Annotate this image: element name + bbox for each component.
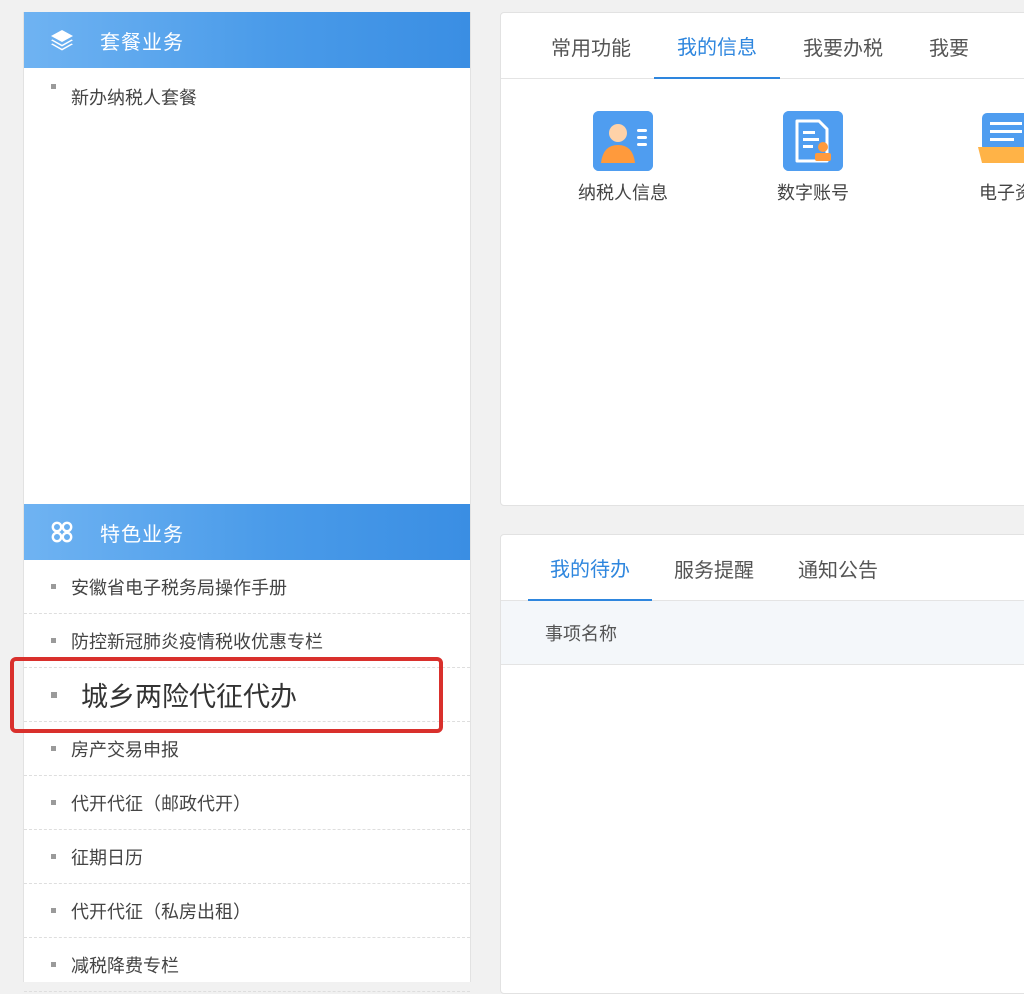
electronic-archive-label: 电子资 (979, 183, 1024, 204)
list-item-tax-cut-column[interactable]: 减税降费专栏 (24, 938, 470, 992)
electronic-archive-shortcut[interactable]: 电子资 (936, 111, 1024, 205)
list-item-label: 防控新冠肺炎疫情税收优惠专栏 (71, 631, 323, 653)
clover-icon (48, 518, 76, 546)
bullet-icon (51, 800, 56, 805)
bullet-icon (51, 908, 56, 913)
taxpayer-id-card-icon (593, 111, 653, 171)
list-item-label: 新办纳税人套餐 (71, 88, 197, 109)
info-tabs: 常用功能 我的信息 我要办税 我要 (501, 13, 1024, 79)
package-section-header: 套餐业务 (24, 12, 470, 68)
todo-table-header: 事项名称 (501, 601, 1024, 665)
info-panel: 常用功能 我的信息 我要办税 我要 纳税人信息 数字账号 电子 (500, 12, 1024, 506)
left-sidebar: 套餐业务 新办纳税人套餐 特色业务 安徽省电子税务局操作手册 防控新冠肺炎疫情税… (23, 12, 471, 992)
todo-panel: 我的待办 服务提醒 通知公告 事项名称 (500, 534, 1024, 994)
bullet-icon (51, 638, 56, 643)
list-item-operation-manual[interactable]: 安徽省电子税务局操作手册 (24, 560, 470, 614)
feature-list: 安徽省电子税务局操作手册 防控新冠肺炎疫情税收优惠专栏 城乡两险代征代办 房产交… (24, 560, 470, 992)
list-item-label: 代开代征（邮政代开） (71, 793, 251, 815)
list-item-covid-tax-relief[interactable]: 防控新冠肺炎疫情税收优惠专栏 (24, 614, 470, 668)
bullet-icon (51, 746, 56, 751)
taxpayer-info-shortcut[interactable]: 纳税人信息 (553, 111, 693, 205)
feature-section-header: 特色业务 (24, 504, 470, 560)
list-item-label: 减税降费专栏 (71, 955, 179, 977)
digital-account-label: 数字账号 (777, 183, 849, 204)
list-item-label: 城乡两险代征代办 (81, 682, 297, 713)
info-icon-grid: 纳税人信息 数字账号 电子 (501, 111, 1024, 221)
list-item-urban-rural-insurance[interactable]: 城乡两险代征代办 (24, 668, 470, 722)
tab-more[interactable]: 我要 (906, 13, 992, 79)
tab-announcements[interactable]: 通知公告 (776, 535, 900, 601)
list-item-postal-invoicing[interactable]: 代开代征（邮政代开） (24, 776, 470, 830)
list-item-label: 征期日历 (71, 847, 143, 869)
bullet-icon (51, 584, 56, 589)
digital-account-document-icon (783, 111, 843, 171)
package-section-title: 套餐业务 (100, 29, 184, 54)
column-header-item-name: 事项名称 (545, 623, 617, 645)
list-item-property-transaction[interactable]: 房产交易申报 (24, 722, 470, 776)
tab-file-taxes[interactable]: 我要办税 (780, 13, 906, 79)
list-item-private-rental-invoicing[interactable]: 代开代征（私房出租） (24, 884, 470, 938)
list-item-label: 代开代征（私房出租） (71, 901, 251, 923)
taxpayer-info-label: 纳税人信息 (578, 183, 668, 204)
package-list: 新办纳税人套餐 (24, 68, 470, 122)
feature-section-title: 特色业务 (100, 521, 184, 546)
bullet-icon (51, 854, 56, 859)
bullet-icon (51, 962, 56, 967)
tab-my-info[interactable]: 我的信息 (654, 13, 780, 79)
layers-icon (48, 26, 76, 54)
list-item-tax-calendar[interactable]: 征期日历 (24, 830, 470, 884)
bullet-icon (51, 84, 56, 89)
tab-service-reminders[interactable]: 服务提醒 (652, 535, 776, 601)
tab-common-functions[interactable]: 常用功能 (528, 13, 654, 79)
tab-my-todo[interactable]: 我的待办 (528, 535, 652, 601)
todo-tabs: 我的待办 服务提醒 通知公告 (501, 535, 1024, 601)
list-item-label: 安徽省电子税务局操作手册 (71, 577, 287, 599)
list-item-label: 房产交易申报 (71, 739, 179, 761)
list-item-new-taxpayer-package[interactable]: 新办纳税人套餐 (24, 68, 470, 122)
digital-account-shortcut[interactable]: 数字账号 (743, 111, 883, 205)
bullet-icon (51, 691, 57, 698)
electronic-archive-icon (976, 111, 1024, 171)
